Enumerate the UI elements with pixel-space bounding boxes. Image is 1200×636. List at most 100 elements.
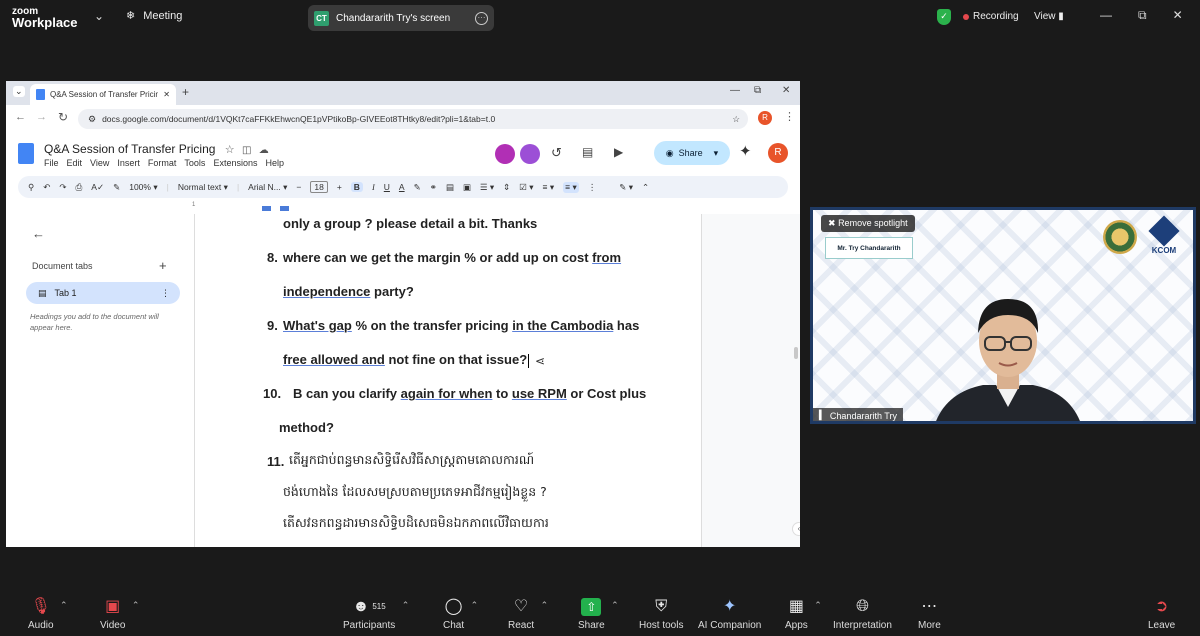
line-spacing-icon[interactable]: ⇕	[503, 182, 510, 193]
forward-icon[interactable]: →	[36, 111, 47, 123]
cloud-status-icon[interactable]: ☁	[259, 145, 269, 156]
share-screen-button[interactable]: ⇧ Share ⌃	[578, 598, 619, 631]
paint-format-icon[interactable]: ✎	[113, 182, 120, 193]
text-color-icon[interactable]: A	[399, 182, 405, 192]
restore-icon[interactable]: ⧉	[1138, 8, 1147, 23]
comments-icon[interactable]: ▤	[582, 145, 593, 159]
share-dropdown-icon[interactable]: ▾	[714, 148, 719, 159]
share-button[interactable]: ◉ Share ▾	[654, 141, 730, 165]
participants-options-caret-icon[interactable]: ⌃	[402, 600, 410, 611]
add-tab-icon[interactable]: +	[159, 258, 167, 273]
font-select[interactable]: Arial N... ▾	[248, 182, 287, 193]
indent-marker-icon[interactable]	[280, 206, 289, 211]
shared-screen-pill[interactable]: CT Chandararith Try's screen ···	[308, 5, 494, 31]
more-tools-icon[interactable]: ⋮	[588, 182, 597, 193]
ruler[interactable]: 1	[192, 202, 702, 212]
google-docs-logo-icon[interactable]	[18, 143, 34, 164]
italic-icon[interactable]: I	[372, 182, 375, 192]
menu-edit[interactable]: Edit	[67, 158, 83, 168]
meet-icon[interactable]: ▶	[614, 145, 623, 159]
document-page[interactable]: only a group ? please detail a bit. Than…	[194, 214, 702, 547]
star-icon[interactable]: ☆	[225, 144, 235, 156]
reload-icon[interactable]: ↻	[58, 110, 68, 124]
checklist-icon[interactable]: ☑ ▾	[519, 182, 533, 193]
remove-spotlight-button[interactable]: ✖ Remove spotlight	[821, 215, 915, 232]
version-history-icon[interactable]: ↺	[551, 145, 562, 161]
numbered-list-icon[interactable]: ≡ ▾	[563, 181, 579, 193]
site-info-icon[interactable]: ⚙	[88, 114, 96, 125]
audio-options-caret-icon[interactable]: ⌃	[60, 600, 68, 611]
chat-options-caret-icon[interactable]: ⌃	[471, 600, 479, 611]
address-bar[interactable]: ⚙ docs.google.com/document/d/1VQKt7caFFK…	[78, 109, 748, 129]
document-title[interactable]: Q&A Session of Transfer Pricing ☆ ◫ ☁	[44, 142, 269, 156]
align-icon[interactable]: ☰ ▾	[480, 182, 494, 193]
minimize-icon[interactable]: —	[730, 85, 740, 96]
style-select[interactable]: Normal text ▾	[178, 182, 228, 193]
scrollbar-thumb[interactable]	[794, 347, 798, 359]
collaborator-avatar-1[interactable]	[495, 144, 515, 164]
react-button[interactable]: ♡ React ⌃	[508, 598, 548, 631]
underline-icon[interactable]: U	[384, 182, 390, 192]
editing-mode-icon[interactable]: ✎ ▾	[619, 182, 633, 193]
more-options-icon[interactable]: ···	[475, 11, 488, 25]
redo-icon[interactable]: ↷	[59, 182, 66, 193]
decrease-font-icon[interactable]: −	[296, 182, 301, 192]
bulleted-list-icon[interactable]: ≡ ▾	[543, 182, 555, 193]
highlight-icon[interactable]: ✎	[414, 182, 421, 193]
video-button[interactable]: ▣ Video ⌃	[100, 598, 139, 631]
restore-icon[interactable]: ⧉	[754, 85, 761, 96]
share-options-caret-icon[interactable]: ⌃	[611, 600, 619, 611]
interpretation-button[interactable]: 🌐︎ Interpretation	[833, 598, 892, 631]
more-button[interactable]: ⋯ More	[918, 598, 941, 631]
tab-close-icon[interactable]: ✕	[163, 90, 170, 99]
profile-avatar[interactable]: R	[758, 111, 772, 125]
menu-file[interactable]: File	[44, 158, 59, 168]
link-icon[interactable]: ⚭	[430, 182, 437, 193]
close-icon[interactable]: ✕	[782, 85, 790, 96]
view-button[interactable]: View ▮	[1034, 11, 1064, 22]
indent-marker-icon[interactable]	[262, 206, 271, 211]
sidebar-tab-item[interactable]: ▤ Tab 1 ⋮	[26, 282, 180, 304]
host-tools-button[interactable]: ⛨ Host tools	[639, 598, 683, 631]
video-options-caret-icon[interactable]: ⌃	[132, 600, 140, 611]
recording-indicator[interactable]: Recording	[963, 11, 1019, 22]
menu-tools[interactable]: Tools	[184, 158, 205, 168]
menu-extensions[interactable]: Extensions	[213, 158, 257, 168]
meeting-info-button[interactable]: ❄ Meeting	[126, 9, 182, 23]
menu-help[interactable]: Help	[265, 158, 284, 168]
minimize-icon[interactable]: —	[1100, 8, 1112, 23]
move-folder-icon[interactable]: ◫	[242, 145, 251, 156]
search-menus-icon[interactable]: ⚲	[28, 182, 34, 193]
audio-button[interactable]: 🎙︎ Audio ⌃	[28, 598, 68, 631]
leave-button[interactable]: ➲ Leave	[1148, 598, 1175, 631]
print-icon[interactable]: ⎙	[75, 182, 82, 193]
hide-menus-icon[interactable]: ⌃	[642, 182, 649, 193]
participants-button[interactable]: ☻ 515 Participants ⌃	[343, 598, 409, 631]
back-icon[interactable]: ←	[15, 111, 26, 123]
new-tab-icon[interactable]: +	[182, 85, 189, 99]
chat-button[interactable]: ◯ Chat ⌃	[443, 598, 478, 631]
font-size-input[interactable]: 18	[310, 181, 328, 193]
browser-tab[interactable]: Q&A Session of Transfer Pricing ✕	[30, 84, 176, 105]
bold-icon[interactable]: B	[350, 182, 363, 192]
account-avatar[interactable]: R	[768, 143, 788, 163]
bookmark-star-icon[interactable]: ☆	[732, 114, 748, 125]
tab-search-icon[interactable]: ⌄	[13, 86, 25, 97]
gemini-sparkle-icon[interactable]: ✦	[739, 142, 752, 160]
menu-view[interactable]: View	[90, 158, 109, 168]
apps-options-caret-icon[interactable]: ⌃	[814, 600, 822, 611]
menu-insert[interactable]: Insert	[117, 158, 140, 168]
insert-image-icon[interactable]: ▣	[463, 182, 471, 193]
expand-side-panel-icon[interactable]: ‹	[792, 522, 800, 536]
browser-menu-icon[interactable]: ⋮	[784, 110, 795, 123]
collaborator-avatar-2[interactable]	[520, 144, 540, 164]
zoom-select[interactable]: 100% ▾	[129, 182, 157, 193]
tab-options-icon[interactable]: ⋮	[161, 288, 180, 299]
close-icon[interactable]: ✕	[1173, 8, 1183, 23]
chevron-down-icon[interactable]: ⌄	[94, 9, 104, 23]
insert-comment-icon[interactable]: ▤	[446, 182, 454, 193]
spellcheck-icon[interactable]: A✓	[91, 182, 104, 193]
increase-font-icon[interactable]: +	[337, 182, 342, 192]
close-sidebar-back-icon[interactable]: ←	[32, 226, 45, 241]
react-options-caret-icon[interactable]: ⌃	[541, 600, 549, 611]
